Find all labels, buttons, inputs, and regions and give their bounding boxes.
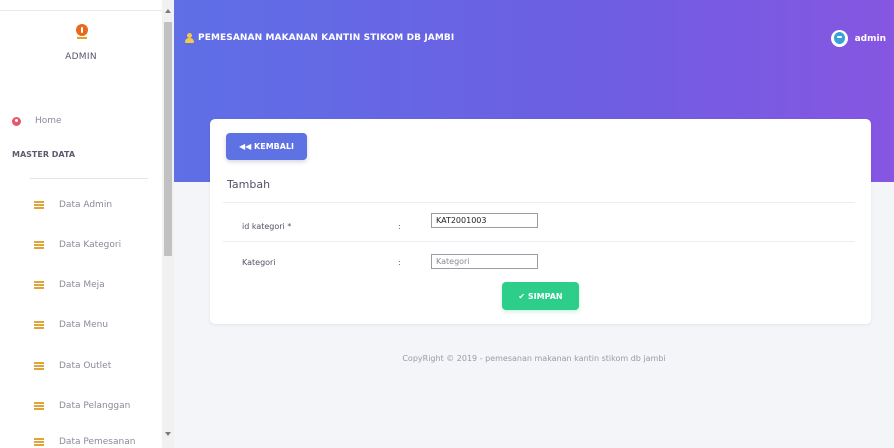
avatar[interactable] [830, 30, 848, 47]
sidebar-item-label: Home [35, 116, 62, 126]
form-divider [223, 202, 855, 203]
list-icon [34, 362, 44, 370]
scroll-down-arrow-icon[interactable] [165, 432, 171, 436]
user-name[interactable]: admin [855, 34, 886, 44]
sidebar-item-data-meja[interactable]: Data Meja [34, 280, 105, 290]
sidebar-item-data-admin[interactable]: Data Admin [34, 200, 112, 210]
footer-copyright: CopyRight © 2019 - pemesanan makanan kan… [402, 354, 666, 363]
sidebar-divider [30, 178, 148, 179]
field-separator: : [398, 222, 401, 231]
sidebar-item-label: Data Meja [59, 280, 105, 290]
list-icon [34, 321, 44, 329]
user-menu[interactable]: admin [830, 30, 886, 47]
list-icon [34, 201, 44, 209]
form-divider [223, 241, 855, 242]
sidebar-top-divider [0, 0, 162, 11]
sidebar-section-heading: MASTER DATA [12, 150, 76, 159]
sidebar: ADMIN Home MASTER DATA Data Admin Data K… [0, 0, 174, 448]
sidebar-item-data-menu[interactable]: Data Menu [34, 320, 108, 330]
kategori-input[interactable] [431, 254, 538, 269]
list-icon [34, 281, 44, 289]
list-icon [34, 438, 44, 446]
list-icon [34, 402, 44, 410]
sidebar-item-label: Data Menu [59, 320, 109, 330]
app-title: PEMESANAN MAKANAN KANTIN STIKOM DB JAMBI [184, 33, 454, 43]
sidebar-role-label: ADMIN [65, 52, 97, 62]
sidebar-item-label: Data Admin [59, 200, 113, 210]
scroll-up-arrow-icon[interactable] [165, 9, 171, 13]
home-icon [12, 116, 21, 126]
sidebar-item-label: Data Pemesanan [59, 437, 136, 447]
id-kategori-label: id kategori * [242, 222, 292, 231]
user-icon [184, 33, 194, 43]
sidebar-item-label: Data Pelanggan [59, 401, 131, 411]
sidebar-scrollbar-thumb[interactable] [164, 22, 172, 256]
list-icon [34, 241, 44, 249]
save-button[interactable]: ✔ SIMPAN [502, 282, 579, 310]
sidebar-item-data-outlet[interactable]: Data Outlet [34, 361, 111, 371]
form-title: Tambah [227, 178, 271, 191]
id-kategori-input[interactable] [431, 213, 538, 228]
sidebar-item-home[interactable]: Home [12, 116, 62, 126]
sidebar-item-data-kategori[interactable]: Data Kategori [34, 240, 121, 250]
app-title-text: PEMESANAN MAKANAN KANTIN STIKOM DB JAMBI [198, 33, 455, 43]
sidebar-item-data-pelanggan[interactable]: Data Pelanggan [34, 401, 130, 411]
back-button[interactable]: ◀◀ KEMBALI [226, 133, 307, 160]
sidebar-item-label: Data Kategori [59, 240, 122, 250]
field-separator: : [398, 258, 401, 267]
sidebar-item-data-pemesanan[interactable]: Data Pemesanan [34, 437, 135, 447]
brand-logo-icon[interactable] [75, 24, 89, 40]
sidebar-item-label: Data Outlet [59, 361, 112, 371]
form-card: ◀◀ KEMBALI Tambah id kategori * : Katego… [210, 119, 871, 324]
kategori-label: Kategori [242, 258, 276, 267]
